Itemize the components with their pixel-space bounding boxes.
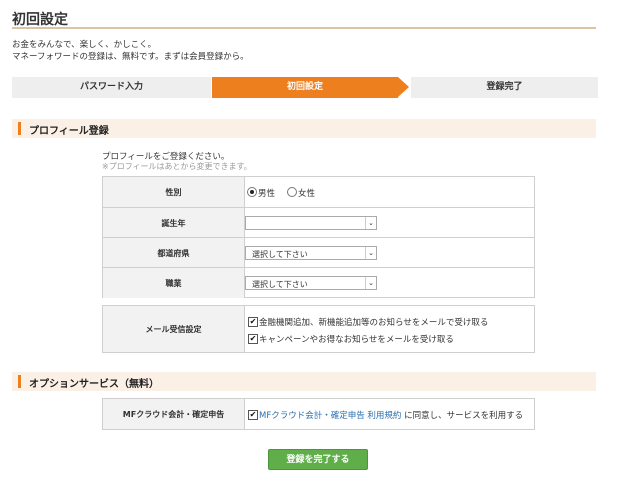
- options-section-title: オプションサービス（無料）: [29, 379, 159, 390]
- gender-male-label[interactable]: 男性: [258, 187, 275, 199]
- profile-section-title: プロフィール登録: [29, 126, 109, 137]
- mail-news-checkbox[interactable]: ✔: [248, 317, 258, 327]
- mail-row: メール受信設定 ✔ 金融機関追加、新機能追加等のお知らせをメールで受け取る ✔ …: [103, 306, 534, 352]
- intro-text-2: マネーフォワードの登録は、無料です。まずは会員登録から。: [12, 52, 249, 62]
- options-section-header: オプションサービス（無料）: [12, 372, 596, 391]
- mf-cloud-checkbox[interactable]: ✔: [248, 410, 258, 420]
- mail-settings-form: メール受信設定 ✔ 金融機関追加、新機能追加等のお知らせをメールで受け取る ✔ …: [102, 305, 535, 353]
- birth-year-select[interactable]: ⌄: [245, 216, 377, 230]
- agree-suffix: に同意し、サービスを利用する: [401, 411, 524, 421]
- profile-section-header: プロフィール登録: [12, 119, 596, 138]
- chevron-down-icon: ⌄: [365, 247, 376, 259]
- birth-year-label: 誕生年: [103, 208, 245, 238]
- gender-male-radio[interactable]: [247, 187, 257, 197]
- prefecture-select[interactable]: 選択して下さい ⌄: [245, 246, 377, 260]
- prefecture-value: 選択して下さい: [252, 250, 308, 259]
- chevron-down-icon: ⌄: [365, 277, 376, 289]
- mf-cloud-label: MFクラウド会計・確定申告: [103, 399, 245, 429]
- terms-link[interactable]: MFクラウド会計・確定申告 利用規約: [259, 411, 401, 421]
- mail-campaign-label[interactable]: キャンペーンやお得なお知らせをメールを受け取る: [259, 333, 454, 345]
- prefecture-row: 都道府県 選択して下さい ⌄: [103, 237, 534, 268]
- step-complete: 登録完了: [411, 77, 598, 98]
- options-form: MFクラウド会計・確定申告 ✔ MFクラウド会計・確定申告 利用規約 に同意し、…: [102, 398, 535, 430]
- mail-campaign-checkbox[interactable]: ✔: [248, 334, 258, 344]
- occupation-row: 職業 選択して下さい ⌄: [103, 267, 534, 298]
- occupation-select[interactable]: 選択して下さい ⌄: [245, 276, 377, 290]
- step-initial-setup: 初回設定: [212, 77, 398, 98]
- profile-note-sub: ※プロフィールはあとから変更できます。: [102, 162, 252, 171]
- chevron-down-icon: ⌄: [365, 217, 376, 229]
- birth-year-row: 誕生年 ⌄: [103, 207, 534, 238]
- occupation-value: 選択して下さい: [252, 280, 308, 289]
- title-divider: [12, 27, 596, 29]
- mf-cloud-row: MFクラウド会計・確定申告 ✔ MFクラウド会計・確定申告 利用規約 に同意し、…: [103, 399, 534, 429]
- step-password: パスワード入力: [12, 77, 211, 98]
- mf-cloud-agree-text: MFクラウド会計・確定申告 利用規約 に同意し、サービスを利用する: [259, 409, 523, 421]
- gender-label: 性別: [103, 177, 245, 207]
- gender-female-radio[interactable]: [287, 187, 297, 197]
- gender-female-label[interactable]: 女性: [298, 187, 315, 199]
- occupation-label: 職業: [103, 268, 245, 298]
- mail-news-label[interactable]: 金融機関追加、新機能追加等のお知らせをメールで受け取る: [259, 316, 488, 328]
- prefecture-label: 都道府県: [103, 238, 245, 268]
- profile-form: 性別 男性 女性 誕生年 ⌄ 都道府県 選択して下さい ⌄ 職業 選択して下さい…: [102, 176, 535, 298]
- intro-text-1: お金をみんなで、楽しく、かしこく。: [12, 40, 157, 50]
- mail-settings-label: メール受信設定: [103, 306, 245, 352]
- section-marker-icon: [18, 375, 21, 388]
- step-arrow-icon: [398, 77, 409, 97]
- page-title: 初回設定: [12, 12, 68, 28]
- gender-row: 性別 男性 女性: [103, 177, 534, 207]
- section-marker-icon: [18, 122, 21, 135]
- complete-registration-button[interactable]: 登録を完了する: [268, 449, 368, 470]
